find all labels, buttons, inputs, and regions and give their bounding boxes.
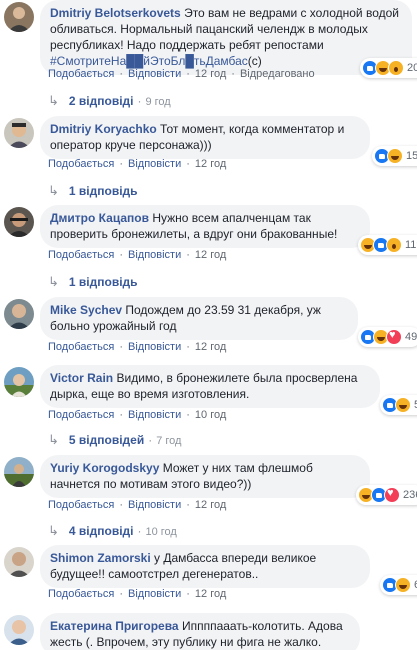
view-replies-link[interactable]: ↳ 4 відповіді · 10 год: [48, 523, 177, 539]
comment-author[interactable]: Mike Sychev: [50, 303, 122, 317]
comment-author[interactable]: Екатерина Пригорева: [50, 619, 179, 633]
replies-time: 10 год: [145, 526, 177, 538]
replies-count[interactable]: 4 відповіді: [69, 524, 134, 538]
comment-actions: Подобається · Відповісти · 12 год: [48, 249, 227, 261]
comment-time[interactable]: 12 год: [195, 158, 226, 170]
comment-time[interactable]: 10 год: [195, 409, 226, 421]
reactions-badge[interactable]: 236: [356, 485, 417, 505]
reactions-badge[interactable]: 203: [360, 58, 417, 78]
comment-bubble: Екатерина Пригорева Иппппааать-колотить.…: [40, 613, 360, 650]
comment-actions: Подобається · Відповісти · 12 год: [48, 158, 227, 170]
comment-bubble: Mike Sychev Подождем до 23.59 31 декабря…: [40, 297, 358, 340]
comment-actions: Подобається · Відповісти · 12 год · Відредагов…: [48, 68, 315, 80]
comment-author[interactable]: Dmitriy Koryachko: [50, 122, 157, 136]
comment-author[interactable]: Dmitriy Belotserkovets: [50, 6, 181, 20]
comment-author[interactable]: Yuriy Korogodskyy: [50, 461, 159, 475]
reaction-count: 203: [407, 62, 417, 74]
comment-author[interactable]: Дмитро Кацапов: [50, 211, 149, 225]
reaction-count: 119: [405, 239, 417, 251]
reply-arrow-icon: ↳: [48, 93, 59, 108]
comment-bubble: Victor Rain Видимо, в бронежилете была п…: [40, 365, 380, 408]
haha-reaction-icon: [387, 148, 403, 164]
replies-count[interactable]: 2 відповіді: [69, 94, 134, 108]
love-reaction-icon: [386, 329, 402, 345]
like-button[interactable]: Подобається: [48, 341, 114, 353]
view-replies-link[interactable]: ↳ 5 відповідей · 7 год: [48, 432, 181, 448]
avatar[interactable]: [4, 615, 34, 645]
comment-actions: Подобається · Відповісти · 10 год: [48, 409, 227, 421]
comment-time[interactable]: 12 год: [195, 499, 226, 511]
comment-bubble: Dmitriy Belotserkovets Это вам не ведрам…: [40, 0, 412, 75]
hashtag-link[interactable]: #СмотритеНа██йЭтоБл█тьДамбас: [50, 54, 248, 68]
like-button[interactable]: Подобається: [48, 588, 114, 600]
replies-time: 7 год: [156, 435, 182, 447]
reactions-badge[interactable]: 57: [380, 395, 417, 415]
comment-bubble: Shimon Zamorski у Дамбасса впереди велик…: [40, 545, 370, 588]
reply-arrow-icon: ↳: [48, 432, 59, 447]
reaction-count: 49: [405, 331, 417, 343]
view-replies-link[interactable]: ↳ 1 відповідь: [48, 274, 138, 290]
reactions-badge[interactable]: 49: [358, 327, 417, 347]
replies-count[interactable]: 1 відповідь: [69, 275, 138, 289]
wow-reaction-icon: [388, 60, 404, 76]
avatar[interactable]: [4, 118, 34, 148]
reaction-count: 236: [403, 489, 417, 501]
comment-actions: Подобається · Відповісти · 12 год: [48, 588, 227, 600]
view-replies-link[interactable]: ↳ 1 відповідь: [48, 183, 138, 199]
avatar[interactable]: [4, 547, 34, 577]
comment-bubble: Dmitriy Koryachko Тот момент, когда комм…: [40, 116, 370, 159]
reply-arrow-icon: ↳: [48, 274, 59, 289]
reactions-badge[interactable]: 152: [372, 146, 417, 166]
reply-arrow-icon: ↳: [48, 183, 59, 198]
comment-bubble: Yuriy Korogodskyy Может у них там флешмо…: [40, 455, 370, 498]
reply-button[interactable]: Відповісти: [128, 341, 181, 353]
avatar[interactable]: [4, 207, 34, 237]
reply-button[interactable]: Відповісти: [128, 68, 181, 80]
comment-author[interactable]: Victor Rain: [50, 371, 113, 385]
reply-button[interactable]: Відповісти: [128, 249, 181, 261]
reply-button[interactable]: Відповісти: [128, 409, 181, 421]
reply-button[interactable]: Відповісти: [128, 588, 181, 600]
reply-arrow-icon: ↳: [48, 523, 59, 538]
like-button[interactable]: Подобається: [48, 68, 114, 80]
comment-bubble: Дмитро Кацапов Нужно всем апалченцам так…: [40, 205, 370, 248]
comment-time[interactable]: 12 год: [195, 341, 226, 353]
like-button[interactable]: Подобається: [48, 249, 114, 261]
comment-text-tail: (с): [247, 54, 262, 68]
replies-count[interactable]: 1 відповідь: [69, 184, 138, 198]
reactions-badge[interactable]: 119: [358, 235, 417, 255]
reply-button[interactable]: Відповісти: [128, 158, 181, 170]
comment-actions: Подобається · Відповісти · 12 год: [48, 499, 227, 511]
like-button[interactable]: Подобається: [48, 499, 114, 511]
reactions-badge[interactable]: 64: [380, 575, 417, 595]
edited-label[interactable]: Відредаговано: [240, 68, 315, 80]
like-button[interactable]: Подобається: [48, 409, 114, 421]
view-replies-link[interactable]: ↳ 2 відповіді · 9 год: [48, 93, 171, 109]
comment-actions: Подобається · Відповісти · 12 год: [48, 341, 227, 353]
avatar[interactable]: [4, 299, 34, 329]
haha-reaction-icon: [395, 577, 411, 593]
comment-time[interactable]: 12 год: [195, 68, 226, 80]
comment-time[interactable]: 12 год: [195, 249, 226, 261]
love-reaction-icon: [384, 487, 400, 503]
like-button[interactable]: Подобається: [48, 158, 114, 170]
comment-author[interactable]: Shimon Zamorski: [50, 551, 151, 565]
reply-button[interactable]: Відповісти: [128, 499, 181, 511]
replies-count[interactable]: 5 відповідей: [69, 433, 144, 447]
avatar[interactable]: [4, 457, 34, 487]
avatar[interactable]: [4, 2, 34, 32]
avatar[interactable]: [4, 367, 34, 397]
replies-time: 9 год: [145, 96, 171, 108]
haha-reaction-icon: [395, 397, 411, 413]
wow-reaction-icon: [386, 237, 402, 253]
comment-time[interactable]: 12 год: [195, 588, 226, 600]
reaction-count: 152: [406, 150, 417, 162]
